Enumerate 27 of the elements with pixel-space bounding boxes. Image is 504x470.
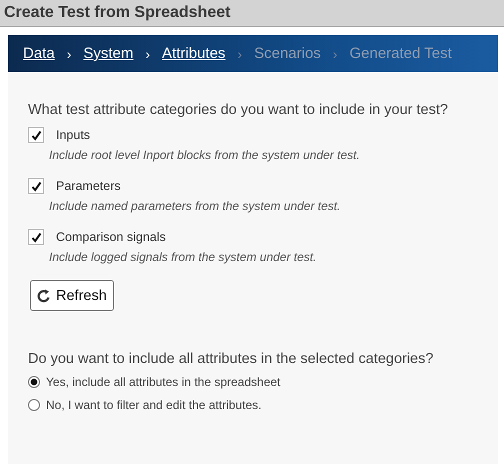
description-text: Include logged signals from the system under test. [49,250,318,264]
checkbox[interactable] [28,178,44,194]
radio-button[interactable] [28,399,40,411]
breadcrumb-separator: › [145,46,150,62]
breadcrumb-step: Generated Test [349,45,452,62]
checkbox[interactable] [28,127,44,143]
breadcrumb-link[interactable]: System [83,45,134,62]
breadcrumb-link[interactable]: Data [23,45,55,62]
breadcrumb-separator: › [237,46,242,62]
window-title: Create Test from Spreadsheet [4,4,230,22]
checkbox[interactable] [28,229,44,245]
radio-label: Yes, include all attributes in the spreadsheet [46,375,280,389]
breadcrumb-separator: › [66,46,72,62]
radio-label: No, I want to filter and edit the attributes. [46,398,262,412]
radio-button[interactable] [28,376,40,388]
description-text: Include named parameters from the system under test. [49,199,342,213]
breadcrumb-step: Scenarios [254,45,321,62]
question-text: What test attribute categories do you want to include in your test? [28,102,449,118]
checkbox-label: Inputs [56,128,90,142]
checkbox-label: Parameters [56,179,121,193]
breadcrumb-link[interactable]: Attributes [162,45,226,62]
refresh-icon [37,288,51,302]
refresh-button[interactable]: Refresh [30,280,114,311]
breadcrumb-separator: › [332,46,338,62]
question-text: Do you want to include all attributes in the selected categories? [28,351,434,367]
description-text: Include root level Inport blocks from the system under test. [49,148,361,162]
checkbox-label: Comparison signals [56,230,166,244]
